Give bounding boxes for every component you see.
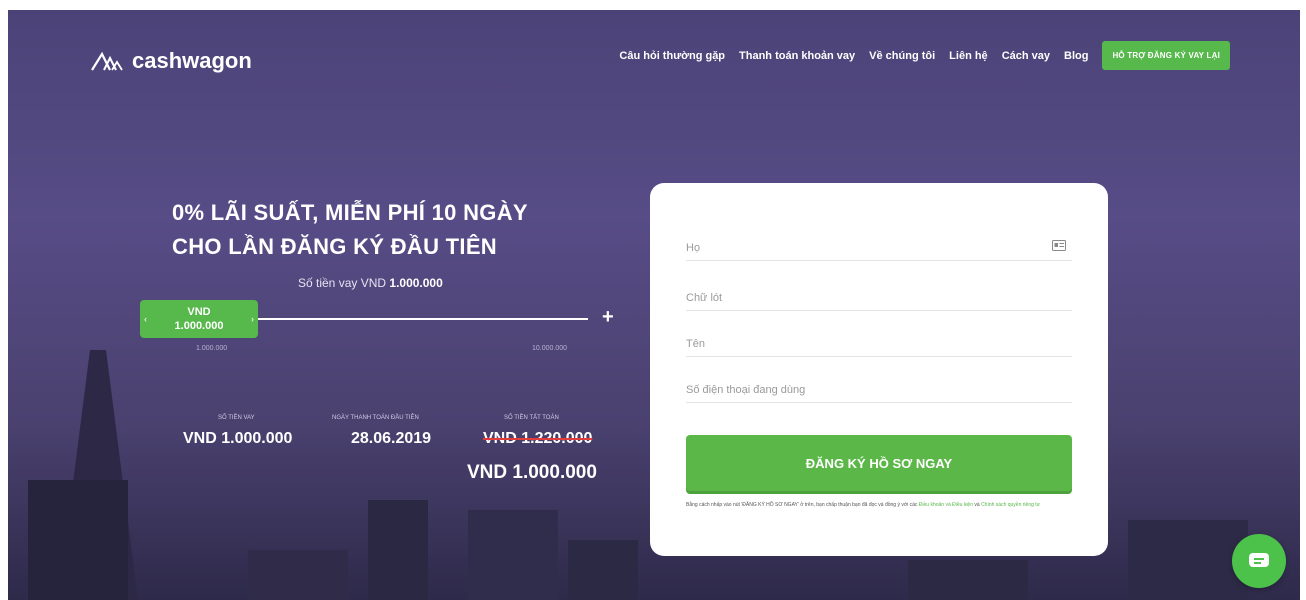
brand-logo[interactable]: cashwagon	[90, 48, 252, 74]
loan-amount-stat-value: VND 1.000.000	[183, 430, 293, 447]
loan-amount-prefix: Số tiền vay VND	[298, 276, 387, 290]
hero-headline: 0% LÃI SUẤT, MIỄN PHÍ 10 NGÀY CHO LẦN ĐĂ…	[172, 196, 602, 264]
cashwagon-logo-icon	[91, 51, 123, 71]
slider-handle-value: 1.000.000	[174, 320, 224, 332]
chat-icon	[1249, 553, 1269, 567]
disclaimer-and: và	[974, 502, 980, 508]
loan-amount-summary: Số tiền vay VND 1.000.000	[298, 276, 443, 290]
loan-amount-stat-label: SỐ TIỀN VAY	[218, 415, 255, 421]
id-card-icon	[1052, 240, 1066, 251]
loan-slider-handle[interactable]: ‹ VND 1.000.000 ›	[140, 300, 258, 338]
first-payment-date-value: 28.06.2019	[351, 430, 432, 447]
first-payment-date-label: NGÀY THANH TOÁN ĐẦU TIÊN	[332, 415, 419, 421]
slider-increase-button[interactable]: +	[602, 306, 614, 329]
last-name-input[interactable]	[686, 242, 1072, 254]
register-now-button[interactable]: ĐĂNG KÝ HỒ SƠ NGAY	[686, 435, 1072, 491]
loan-amount-value: 1.000.000	[389, 276, 443, 290]
total-repayment-new-value: VND 1.000.000	[467, 462, 597, 483]
nav-link-contact[interactable]: Liên hệ	[949, 50, 988, 62]
brand-name: cashwagon	[132, 48, 252, 73]
phone-field[interactable]	[686, 367, 1072, 403]
slider-handle-currency: VND	[187, 306, 211, 318]
registration-form: ĐĂNG KÝ HỒ SƠ NGAY Bằng cách nhấp vào nú…	[650, 183, 1108, 556]
phone-input[interactable]	[686, 384, 1072, 396]
nav-link-about[interactable]: Về chúng tôi	[869, 50, 935, 62]
headline-line-2: CHO LẦN ĐĂNG KÝ ĐẦU TIÊN	[172, 234, 497, 259]
privacy-policy-link[interactable]: Chính sách quyền riêng tư	[981, 502, 1040, 508]
nav-link-how-to-borrow[interactable]: Cách vay	[1002, 50, 1050, 62]
middle-name-field[interactable]	[686, 275, 1072, 311]
last-name-field[interactable]	[686, 225, 1072, 261]
total-repayment-old-value: VND 1.220.000	[483, 430, 593, 447]
headline-line-1: 0% LÃI SUẤT, MIỄN PHÍ 10 NGÀY	[172, 200, 528, 225]
slider-min-label: 1.000.000	[196, 345, 228, 352]
terms-disclaimer: Bằng cách nhấp vào nút 'ĐĂNG KÝ HỒ SƠ NG…	[686, 501, 1078, 509]
first-name-field[interactable]	[686, 321, 1072, 357]
slider-max-label: 10.000.000	[532, 345, 568, 352]
nav-link-repayment[interactable]: Thanh toán khoản vay	[739, 50, 855, 62]
reapply-support-button[interactable]: HỖ TRỢ ĐĂNG KÝ VAY LẠI	[1102, 41, 1230, 70]
top-nav: Câu hỏi thường gặp Thanh toán khoản vay …	[619, 41, 1230, 70]
chevron-left-icon: ‹	[144, 314, 147, 324]
chevron-right-icon: ›	[251, 314, 254, 324]
total-repayment-label: SỐ TIỀN TẤT TOÁN	[504, 415, 559, 421]
chat-button[interactable]	[1232, 534, 1286, 588]
terms-link[interactable]: Điều khoản và Điều kiện	[919, 502, 973, 508]
nav-link-faq[interactable]: Câu hỏi thường gặp	[619, 50, 725, 62]
disclaimer-text: Bằng cách nhấp vào nút 'ĐĂNG KÝ HỒ SƠ NG…	[686, 502, 918, 508]
nav-link-blog[interactable]: Blog	[1064, 50, 1088, 62]
middle-name-input[interactable]	[686, 292, 1072, 304]
first-name-input[interactable]	[686, 338, 1072, 350]
